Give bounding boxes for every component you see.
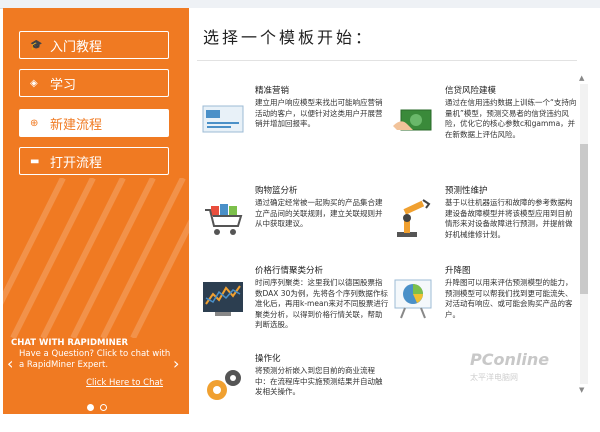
carousel-indicator	[87, 404, 107, 411]
layers-icon: ◈	[30, 77, 38, 89]
template-card-maintenance[interactable]: 预测性维护 基于以往机器运行和故障的参考数据构建设备故障模型并将该模型应用到目前…	[391, 184, 581, 264]
new-process-label: 新建流程	[50, 117, 103, 133]
template-card-lift-chart[interactable]: 升降图 升降图可以用来评估预测模型的能力，预测模型可以帮我们找到更可能流失、对活…	[391, 264, 581, 344]
template-card-operationalize[interactable]: 操作化 将预测分析嵌入到您目前的商业流程中：在流程库中实施预测结果并自动触发相关…	[201, 352, 391, 432]
sidebar-decoration	[3, 178, 189, 338]
template-description: 基于以往机器运行和故障的参考数据构建设备故障模型并将该模型应用到目前情形来对设备…	[445, 198, 573, 239]
template-card-credit-risk[interactable]: 信贷风险建模 通过在信用违约数据上训练一个“支持向量机”模型，预测交易者的信贷违…	[391, 84, 581, 164]
template-title: 精准营销	[255, 86, 290, 96]
watermark-brand: PConline	[470, 350, 550, 369]
plus-circle-icon: ⊕	[30, 117, 39, 129]
folder-icon: ▬	[30, 155, 40, 167]
graduation-icon: 🎓	[30, 39, 43, 51]
open-process-button[interactable]: ▬ 打开流程	[19, 147, 169, 175]
learn-button[interactable]: ◈ 学习	[19, 69, 169, 97]
scroll-down-icon[interactable]: ▼	[579, 386, 584, 394]
template-title: 信贷风险建模	[445, 86, 497, 96]
new-process-button[interactable]: ⊕ 新建流程	[19, 109, 169, 137]
money-icon	[393, 109, 432, 131]
template-description: 时间序列聚类：这里我们以德国股票指数DAX 30为例，先将各个序列数据作标准化后…	[255, 278, 389, 329]
carousel-dot[interactable]	[87, 404, 94, 411]
page-title: 选择一个模板开始：	[203, 28, 375, 47]
learn-label: 学习	[50, 77, 77, 93]
template-description: 通过确定经常被一起购买的产品集合建立产品间的关联规则，建立关联规则并从中获取建议…	[255, 198, 383, 228]
chat-text: Have a Question? Click to chat with a Ra…	[19, 349, 171, 370]
scrollbar-thumb[interactable]	[580, 144, 588, 294]
carousel-dot[interactable]	[100, 404, 107, 411]
template-card-marketing[interactable]: 精准营销 建立用户响应模型来找出可能响应营销活动的客户，以便针对这类用户开展营销…	[201, 84, 391, 164]
robot-arm-icon	[397, 199, 431, 237]
template-title: 升降图	[445, 266, 471, 276]
template-description: 升降图可以用来评估预测模型的能力，预测模型可以帮我们找到更可能流失、对活动有响应…	[445, 278, 573, 319]
email-icon	[202, 105, 244, 133]
divider	[197, 60, 577, 61]
template-card-basket[interactable]: 购物篮分析 通过确定经常被一起购买的产品集合建立产品间的关联规则，建立关联规则并…	[201, 184, 391, 264]
template-description: 将预测分析嵌入到您目前的商业流程中：在流程库中实施预测结果并自动触发相关操作。	[255, 366, 383, 396]
template-title: 预测性维护	[445, 186, 488, 196]
template-description: 通过在信用违约数据上训练一个“支持向量机”模型，预测交易者的信贷违约风险，优化它…	[445, 98, 577, 139]
scrollbar[interactable]: ▲ ▼	[578, 74, 590, 396]
chat-link[interactable]: Click Here to Chat	[86, 378, 163, 388]
chat-panel: CHAT WITH RAPIDMINER Have a Question? Cl…	[11, 338, 181, 389]
template-title: 购物篮分析	[255, 186, 298, 196]
cart-icon	[205, 204, 243, 235]
pie-chart-icon	[394, 279, 432, 319]
gears-icon	[207, 370, 241, 400]
tutorial-label: 入门教程	[50, 39, 103, 55]
scroll-up-icon[interactable]: ▲	[579, 74, 584, 82]
template-description: 建立用户响应模型来找出可能响应营销活动的客户，以便针对这类用户开展营销并增加回报…	[255, 98, 383, 128]
template-title: 操作化	[255, 354, 281, 364]
tutorial-button[interactable]: 🎓 入门教程	[19, 31, 169, 59]
watermark-sub: 太平洋电脑网	[470, 373, 518, 382]
sidebar: 🎓 入门教程 ◈ 学习 ⊕ 新建流程 ▬ 打开流程 ‹ › CHAT WITH …	[3, 8, 189, 414]
open-process-label: 打开流程	[50, 155, 103, 171]
candlestick-chart-icon	[203, 282, 243, 316]
template-title: 价格行情聚类分析	[255, 266, 324, 276]
chat-title: CHAT WITH RAPIDMINER	[11, 338, 129, 348]
template-card-price-clustering[interactable]: 价格行情聚类分析 时间序列聚类：这里我们以德国股票指数DAX 30为例，先将各个…	[201, 264, 391, 344]
